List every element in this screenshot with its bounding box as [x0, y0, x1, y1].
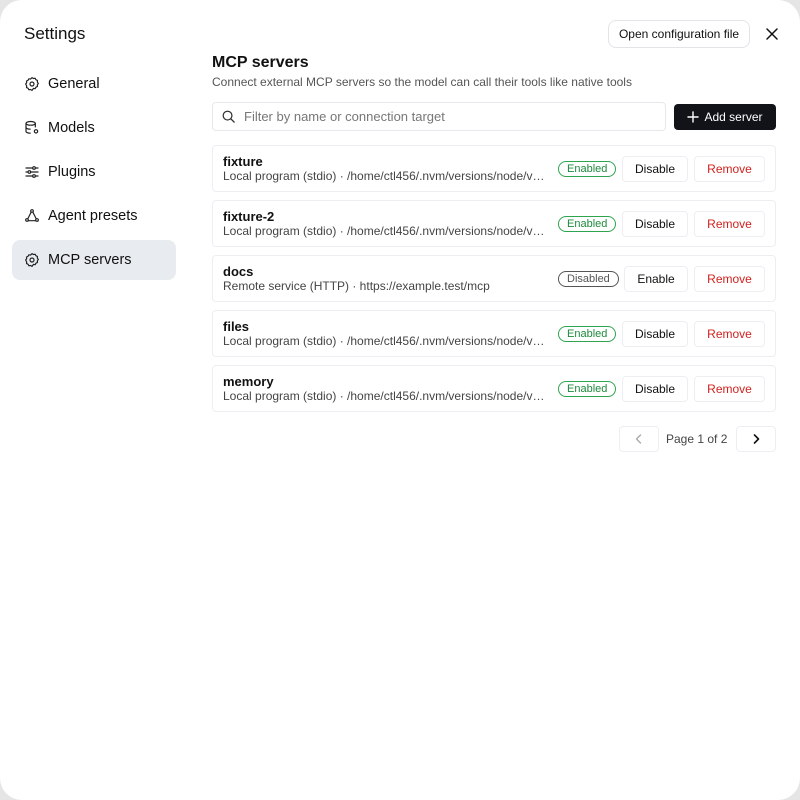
sidebar-item-label: Agent presets: [48, 208, 138, 224]
status-badge: Enabled: [558, 381, 617, 397]
add-server-button[interactable]: Add server: [674, 104, 776, 130]
search-box: [212, 102, 666, 131]
status-badge: Enabled: [558, 216, 617, 232]
server-name: fixture: [223, 154, 263, 169]
status-badge: Enabled: [558, 326, 617, 342]
remove-button[interactable]: Remove: [694, 156, 765, 182]
sidebar-item-label: General: [48, 76, 100, 92]
sidebar-item-agent-presets[interactable]: Agent presets: [12, 196, 176, 236]
server-detail: Local program (stdio) · /home/ctl456/.nv…: [223, 334, 547, 348]
sidebar-item-general[interactable]: General: [12, 64, 176, 104]
disable-button[interactable]: Disable: [622, 156, 688, 182]
server-name: memory: [223, 374, 274, 389]
pagination: Page 1 of 2: [619, 426, 776, 452]
previous-page-button[interactable]: [619, 426, 659, 452]
search-icon: [222, 110, 235, 123]
gear-icon: [24, 76, 40, 92]
server-row-memory: memory Local program (stdio) · /home/ctl…: [212, 365, 776, 412]
server-detail: Remote service (HTTP) · https://example.…: [223, 279, 490, 293]
sidebar-item-label: MCP servers: [48, 252, 132, 268]
enable-button[interactable]: Enable: [624, 266, 688, 292]
server-detail: Local program (stdio) · /home/ctl456/.nv…: [223, 169, 547, 183]
remove-button[interactable]: Remove: [694, 321, 765, 347]
chevron-right-icon: [753, 434, 760, 444]
next-page-button[interactable]: [736, 426, 776, 452]
remove-button[interactable]: Remove: [694, 266, 765, 292]
settings-title: Settings: [24, 24, 86, 43]
database-gear-icon: [24, 120, 40, 136]
add-server-label: Add server: [704, 110, 763, 124]
recycle-nodes-icon: [24, 208, 40, 224]
page-subtitle: Connect external MCP servers so the mode…: [212, 75, 632, 89]
sidebar-item-plugins[interactable]: Plugins: [12, 152, 176, 192]
sidebar-item-label: Plugins: [48, 164, 96, 180]
main-panel: MCP servers Connect external MCP servers…: [212, 54, 776, 452]
sidebar-item-mcp-servers[interactable]: MCP servers: [12, 240, 176, 280]
settings-window: Settings Open configuration file General: [0, 0, 800, 800]
sidebar-item-models[interactable]: Models: [12, 108, 176, 148]
server-list: fixture Local program (stdio) · /home/ct…: [212, 145, 776, 420]
disable-button[interactable]: Disable: [622, 376, 688, 402]
close-button[interactable]: [760, 22, 784, 46]
server-row-docs: docs Remote service (HTTP) · https://exa…: [212, 255, 776, 302]
open-config-button[interactable]: Open configuration file: [608, 20, 750, 48]
plus-icon: [687, 111, 700, 123]
page-title: MCP servers: [212, 54, 309, 71]
server-detail: Local program (stdio) · /home/ctl456/.nv…: [223, 224, 547, 238]
remove-button[interactable]: Remove: [694, 211, 765, 237]
status-badge: Enabled: [558, 161, 617, 177]
toolbar: Add server: [212, 102, 776, 132]
sliders-icon: [24, 164, 40, 180]
disable-button[interactable]: Disable: [622, 321, 688, 347]
server-row-fixture-2: fixture-2 Local program (stdio) · /home/…: [212, 200, 776, 247]
close-icon: [766, 28, 778, 40]
gear-icon: [24, 252, 40, 268]
remove-button[interactable]: Remove: [694, 376, 765, 402]
sidebar: General Models Plugins Agent presets MCP…: [12, 64, 176, 284]
server-name: fixture-2: [223, 209, 275, 224]
server-row-files: files Local program (stdio) · /home/ctl4…: [212, 310, 776, 357]
server-name: docs: [223, 264, 254, 279]
chevron-left-icon: [635, 434, 642, 444]
server-name: files: [223, 319, 250, 334]
page-indicator: Page 1 of 2: [666, 432, 728, 446]
search-input[interactable]: [244, 109, 644, 124]
disable-button[interactable]: Disable: [622, 211, 688, 237]
sidebar-item-label: Models: [48, 120, 95, 136]
server-detail: Local program (stdio) · /home/ctl456/.nv…: [223, 389, 547, 403]
status-badge: Disabled: [558, 271, 619, 287]
server-row-fixture: fixture Local program (stdio) · /home/ct…: [212, 145, 776, 192]
